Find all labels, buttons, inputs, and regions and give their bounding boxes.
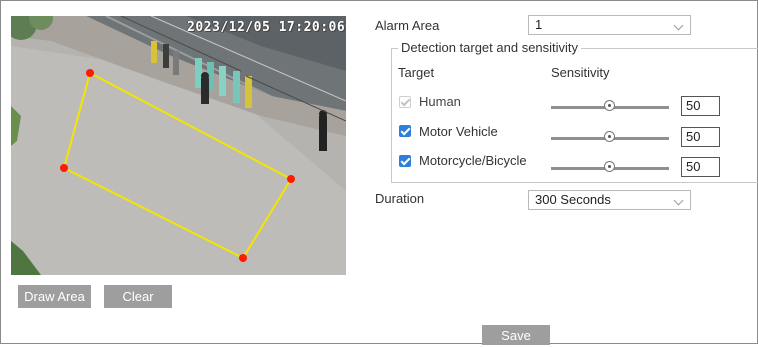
detection-group-title: Detection target and sensitivity <box>398 40 582 55</box>
slider-thumb[interactable] <box>604 100 615 111</box>
motor-vehicle-label: Motor Vehicle <box>419 124 498 139</box>
motorcycle-bicycle-label: Motorcycle/Bicycle <box>419 153 527 168</box>
motorcycle-bicycle-sensitivity-slider[interactable] <box>551 161 669 174</box>
motor-vehicle-checkbox[interactable] <box>399 125 411 137</box>
human-sensitivity-slider[interactable] <box>551 100 669 113</box>
preview-scene <box>11 16 346 275</box>
draw-area-button[interactable]: Draw Area <box>18 285 91 308</box>
timestamp-overlay: 2023/12/05 17:20:06 <box>187 20 346 35</box>
chevron-down-icon <box>673 195 684 206</box>
save-button[interactable]: Save <box>482 325 550 345</box>
alarm-area-value: 1 <box>535 17 543 32</box>
human-sensitivity-input[interactable]: 50 <box>681 96 720 116</box>
alarm-area-label: Alarm Area <box>375 18 440 33</box>
human-checkbox <box>399 96 411 108</box>
slider-thumb[interactable] <box>604 131 615 142</box>
area-vertex-handle <box>239 254 247 262</box>
duration-label: Duration <box>375 191 425 206</box>
area-vertex-handle <box>60 164 68 172</box>
target-header: Target <box>398 65 435 80</box>
motorcycle-bicycle-checkbox[interactable] <box>399 155 411 167</box>
slider-thumb[interactable] <box>604 161 615 172</box>
motor-vehicle-sensitivity-slider[interactable] <box>551 131 669 144</box>
area-vertex-handle <box>86 69 94 77</box>
duration-value: 300 Seconds <box>535 192 611 207</box>
motorcycle-bicycle-sensitivity-input[interactable]: 50 <box>681 157 720 177</box>
alarm-area-select[interactable]: 1 <box>528 15 691 35</box>
area-vertex-handle <box>287 175 295 183</box>
duration-select[interactable]: 300 Seconds <box>528 190 691 210</box>
motor-vehicle-sensitivity-input[interactable]: 50 <box>681 127 720 147</box>
chevron-down-icon <box>673 20 684 31</box>
clear-button[interactable]: Clear <box>104 285 172 308</box>
camera-preview[interactable]: 2023/12/05 17:20:06 <box>11 16 346 275</box>
human-label: Human <box>419 94 461 109</box>
sensitivity-header: Sensitivity <box>551 65 610 80</box>
